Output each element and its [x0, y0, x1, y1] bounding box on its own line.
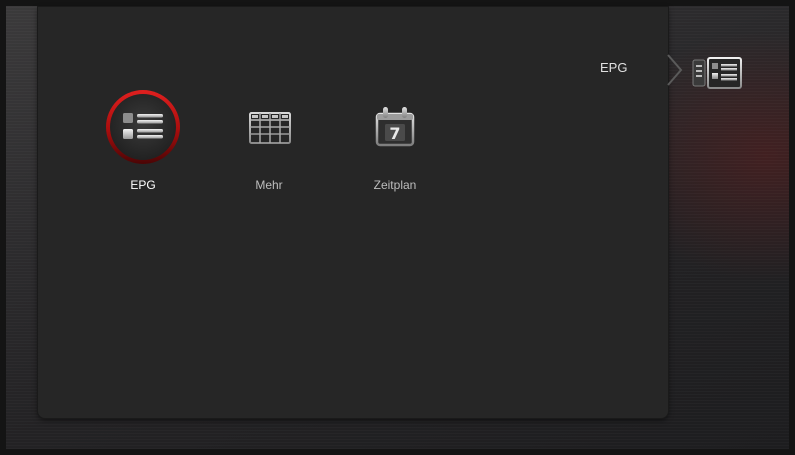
menu-item-mehr[interactable]: Mehr: [219, 87, 319, 197]
menu-panel: EPG Mehr 7 Zeitplan: [38, 7, 668, 418]
menu-item-label: EPG: [130, 178, 156, 192]
breadcrumb-label: EPG: [600, 60, 628, 75]
menu-item-zeitplan[interactable]: 7 Zeitplan: [345, 87, 445, 197]
epg-list-icon: [103, 87, 183, 167]
menu-item-label: Zeitplan: [373, 178, 417, 192]
calendar-day-number: 7: [389, 124, 400, 143]
breadcrumb-epg-icon: [692, 56, 742, 90]
breadcrumb-chevron-icon: [664, 53, 686, 87]
menu-item-label: Mehr: [255, 178, 283, 192]
tv-screen: EPG Mehr 7 Zeitplan EPG: [0, 0, 795, 455]
menu-item-epg[interactable]: EPG: [93, 87, 193, 197]
calendar-icon: 7: [355, 87, 435, 167]
grid-table-icon: [229, 87, 309, 167]
